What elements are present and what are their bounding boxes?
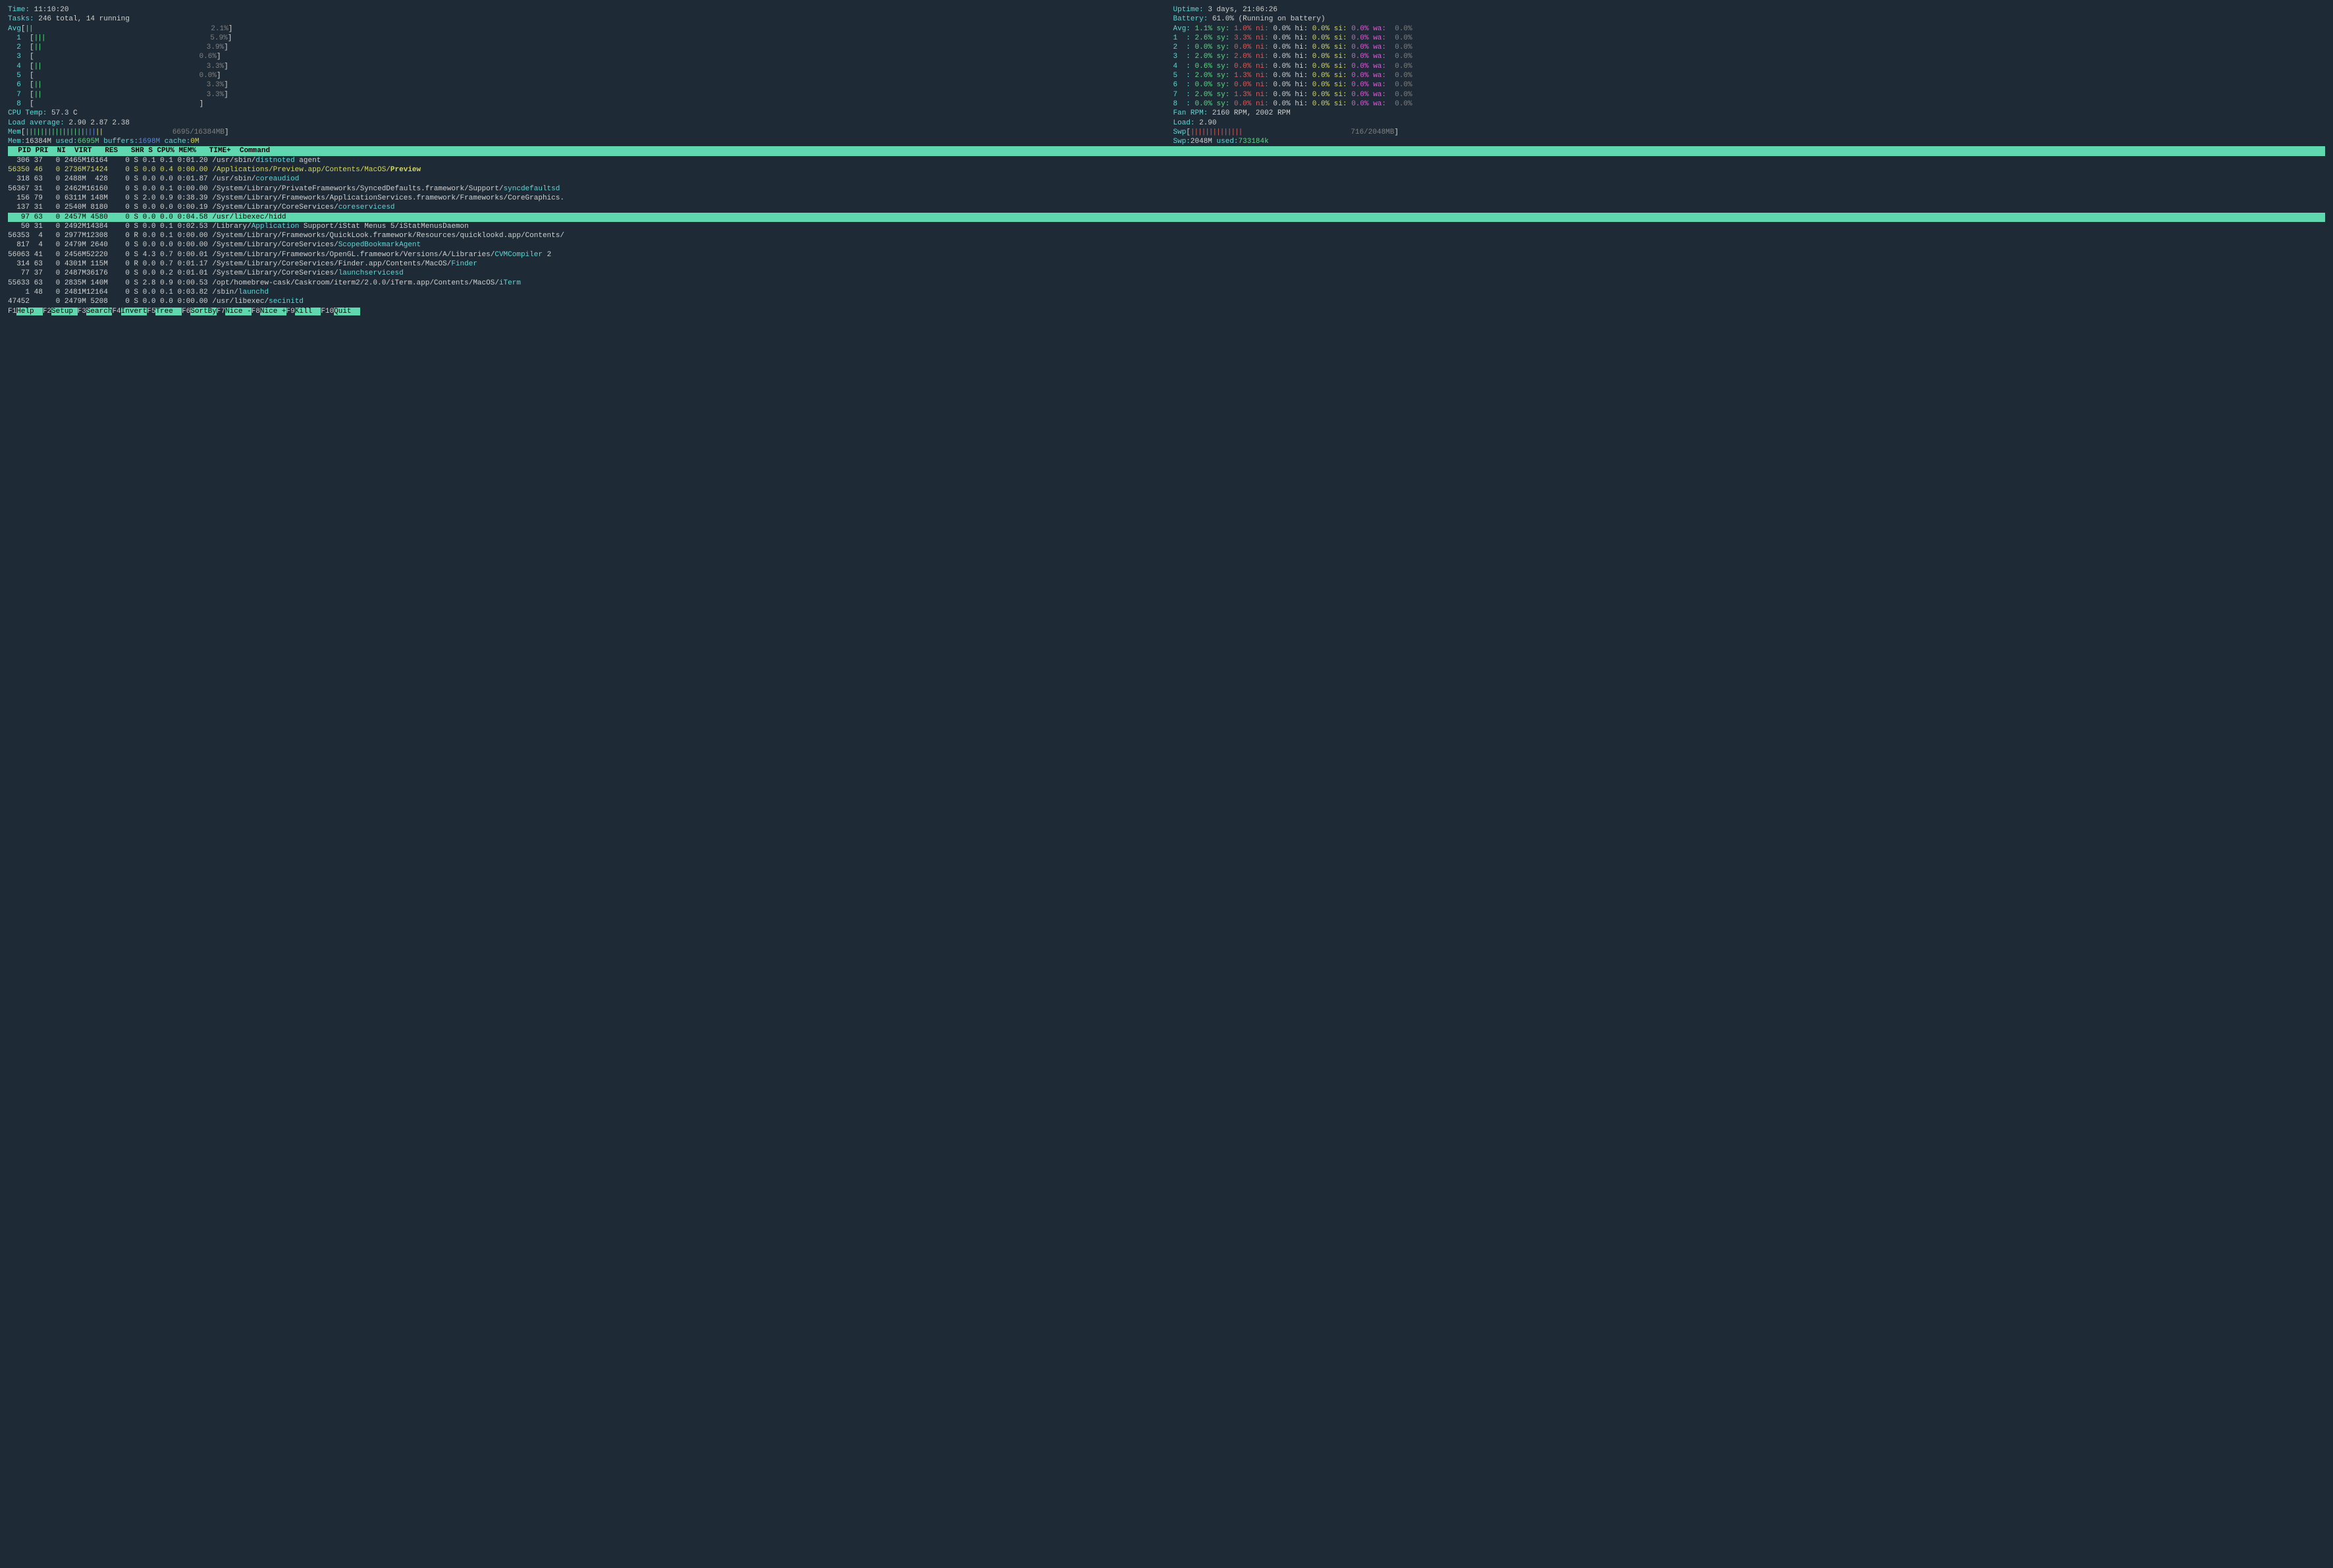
cpu-detail-row: 4 : 0.6% sy: 0.0% ni: 0.0% hi: 0.0% si: … [1173,62,2326,71]
swp-label: Swp [1173,128,1187,136]
footer-key-F3[interactable]: F3 [78,308,86,315]
mem-detail-1: Mem: [8,138,25,146]
process-list[interactable]: 306 37 0 2465M16164 0 S 0.1 0.1 0:01.20 … [8,156,2325,307]
time-label: Time: [8,6,34,14]
mem-value: 6695/16384MB [173,128,225,136]
load-label: Load: [1173,119,1200,127]
cpu-detail-row: 6 : 0.0% sy: 0.0% ni: 0.0% hi: 0.0% si: … [1173,80,2326,90]
process-row[interactable]: 817 4 0 2479M 2640 0 S 0.0 0.0 0:00.00 /… [8,240,2325,250]
process-columns-header[interactable]: PID PRI NI VIRT RES SHR S CPU% MEM% TIME… [8,146,2325,155]
process-row[interactable]: 55633 63 0 2835M 140M 0 S 2.8 0.9 0:00.5… [8,279,2325,288]
footer-label[interactable]: Quit [334,308,360,315]
footer-key-F4[interactable]: F4 [112,308,121,315]
load-value: 2.90 [1199,119,1216,127]
footer-label[interactable]: Search [86,308,113,315]
cpu-detail-row: 3 : 2.0% sy: 2.0% ni: 0.0% hi: 0.0% si: … [1173,52,2326,61]
cpu-detail-row: 7 : 2.0% sy: 1.3% ni: 0.0% hi: 0.0% si: … [1173,90,2326,99]
footer-key-F6[interactable]: F6 [182,308,190,315]
avg-label: Avg [8,25,21,33]
cpu-bar-5: 5 [ 0.0%] [8,71,1160,80]
process-row[interactable]: 318 63 0 2488M 428 0 S 0.0 0.0 0:01.87 /… [8,175,2325,184]
footer-label[interactable]: SortBy [190,308,217,315]
tasks-value: 246 total, 14 running [38,15,130,23]
time-value: 11:10:20 [34,6,69,14]
fan-value: 2160 RPM, 2002 RPM [1212,109,1291,117]
cpu-detail-row: 8 : 0.0% sy: 0.0% ni: 0.0% hi: 0.0% si: … [1173,99,2326,109]
swp-value: 716/2048MB [1351,128,1394,136]
process-row[interactable]: 56063 41 0 2456M52220 0 S 4.3 0.7 0:00.0… [8,250,2325,259]
footer-label[interactable]: Tree [155,308,182,315]
battery-value: 61.0% (Running on battery) [1212,15,1326,23]
htop-terminal: Time: 11:10:20 Tasks: 246 total, 14 runn… [0,0,2333,1568]
cpu-bar-7: 7 [|| 3.3%] [8,90,1160,99]
fan-label: Fan RPM: [1173,109,1212,117]
process-row[interactable]: 1 48 0 2481M12164 0 S 0.0 0.1 0:03.82 /s… [8,288,2325,297]
cpu-temp-value: 57.3 C [51,109,78,117]
process-row[interactable]: 314 63 0 4301M 115M 0 R 0.0 0.7 0:01.17 … [8,259,2325,269]
uptime-label: Uptime: [1173,6,1208,14]
cpu-temp-label: CPU Temp: [8,109,51,117]
process-row[interactable]: 56353 4 0 2977M12308 0 R 0.0 0.1 0:00.00… [8,231,2325,240]
footer-key-F5[interactable]: F5 [147,308,155,315]
load-avg-value: 2.90 2.87 2.38 [68,119,129,127]
process-row[interactable]: 56367 31 0 2462M16160 0 S 0.0 0.1 0:00.0… [8,184,2325,194]
footer-label[interactable]: Help [16,308,43,315]
avg-pct: 2.1% [211,25,228,33]
cpu-bar-1: 1 [||| 5.9%] [8,34,1160,43]
process-row[interactable]: 50 31 0 2492M14384 0 S 0.0 0.1 0:02.53 /… [8,222,2325,231]
process-row[interactable]: 97 63 0 2457M 4580 0 S 0.0 0.0 0:04.58 /… [8,213,2325,222]
footer-label[interactable]: Nice - [225,308,252,315]
cpu-bar-8: 8 [ ] [8,99,1160,109]
load-avg-label: Load average: [8,119,68,127]
process-row[interactable]: 47452 0 2479M 5208 0 S 0.0 0.0 0:00.00 /… [8,297,2325,306]
mem-label: Mem [8,128,21,136]
process-row[interactable]: 156 79 0 6311M 148M 0 S 2.0 0.9 0:38.39 … [8,194,2325,203]
process-row[interactable]: 56350 46 0 2736M71424 0 S 0.0 0.4 0:00.0… [8,165,2325,175]
cpu-detail-row: 1 : 2.6% sy: 3.3% ni: 0.0% hi: 0.0% si: … [1173,34,2326,43]
battery-label: Battery: [1173,15,1212,23]
cpu-detail-row: 5 : 2.0% sy: 1.3% ni: 0.0% hi: 0.0% si: … [1173,71,2326,80]
tasks-label: Tasks: [8,15,38,23]
cpu-bar-6: 6 [|| 3.3%] [8,80,1160,90]
footer-key-F8[interactable]: F8 [252,308,260,315]
footer-label[interactable]: Setup [51,308,78,315]
footer-key-F10[interactable]: F10 [321,308,334,315]
footer-bar: F1Help F2Setup F3SearchF4InvertF5Tree F6… [8,307,2325,316]
footer-key-F7[interactable]: F7 [217,308,225,315]
footer-label[interactable]: Nice + [260,308,286,315]
cpu-detail-row: 2 : 0.0% sy: 0.0% ni: 0.0% hi: 0.0% si: … [1173,43,2326,52]
cpu-bar-4: 4 [|| 3.3%] [8,62,1160,71]
cpu-bar-3: 3 [ 0.6%] [8,52,1160,61]
process-row[interactable]: 306 37 0 2465M16164 0 S 0.1 0.1 0:01.20 … [8,156,2325,165]
process-row[interactable]: 77 37 0 2487M36176 0 S 0.0 0.2 0:01.01 /… [8,269,2325,278]
footer-key-F2[interactable]: F2 [43,308,51,315]
footer-key-F1[interactable]: F1 [8,308,16,315]
footer-label[interactable]: Kill [295,308,321,315]
left-stats: Time: 11:10:20 Tasks: 246 total, 14 runn… [8,5,1160,146]
footer-label[interactable]: Invert [121,308,147,315]
cpu-bar-2: 2 [|| 3.9%] [8,43,1160,52]
uptime-value: 3 days, 21:06:26 [1208,6,1277,14]
process-row[interactable]: 137 31 0 2540M 8180 0 S 0.0 0.0 0:00.19 … [8,203,2325,212]
header-section: Time: 11:10:20 Tasks: 246 total, 14 runn… [8,5,2325,146]
footer-key-F9[interactable]: F9 [286,308,295,315]
right-stats: Uptime: 3 days, 21:06:26 Battery: 61.0% … [1173,5,2326,146]
cpu-detail-row: Avg: 1.1% sy: 1.0% ni: 0.0% hi: 0.0% si:… [1173,24,2326,34]
